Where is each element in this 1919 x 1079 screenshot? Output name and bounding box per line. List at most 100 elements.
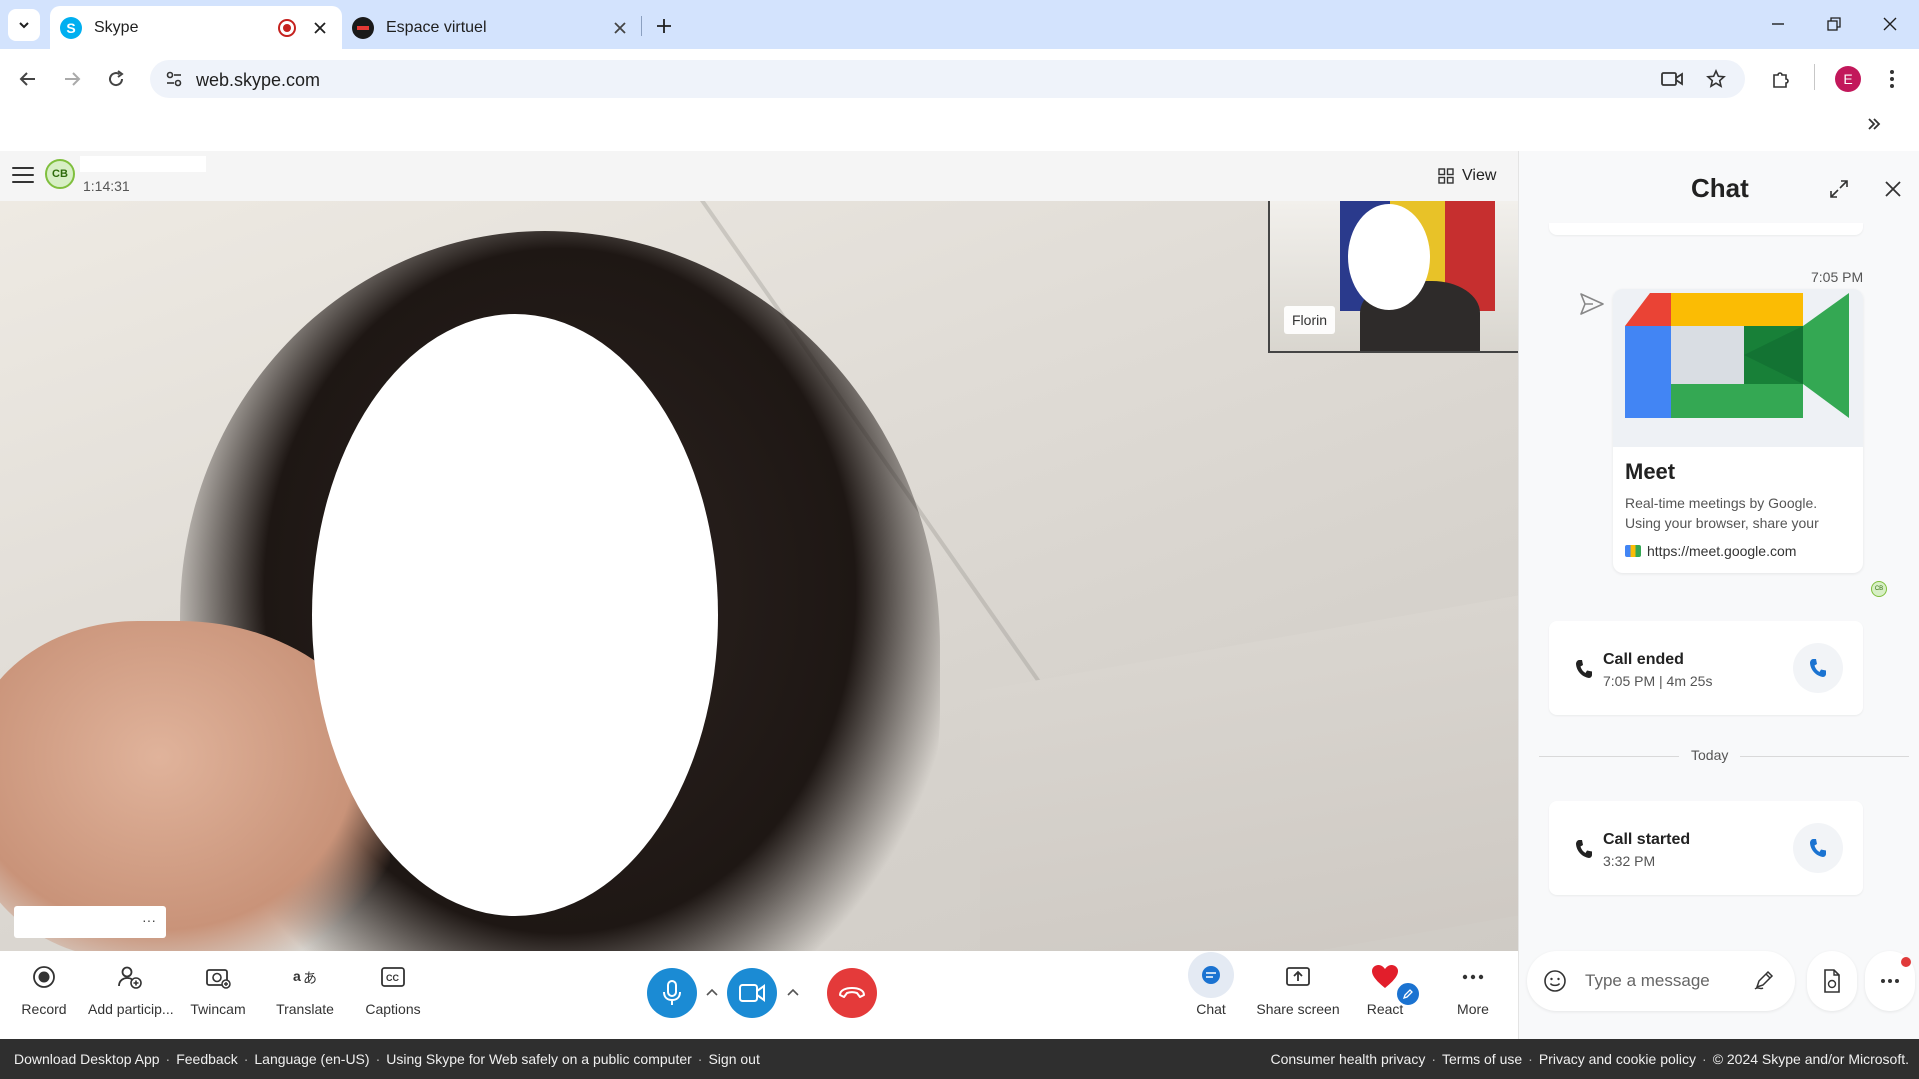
add-participant-icon [118, 966, 142, 989]
restore-window-button[interactable] [1814, 8, 1854, 40]
twincam-button[interactable]: Twincam [176, 959, 260, 1017]
close-window-button[interactable] [1870, 8, 1910, 40]
add-participant-label: Add particip... [88, 1001, 174, 1017]
microphone-toggle-button[interactable] [647, 968, 697, 1018]
forward-button[interactable] [56, 63, 88, 95]
camera-toggle-button[interactable] [727, 968, 777, 1018]
link-preview-card[interactable]: Meet Real-time meetings by Google. Using… [1613, 289, 1863, 573]
record-icon [33, 966, 55, 988]
double-chevron-right-icon [1868, 118, 1881, 130]
share-screen-label: Share screen [1256, 1001, 1340, 1017]
reload-button[interactable] [100, 63, 132, 95]
chat-panel: Chat 7:05 PM Meet Real-time meetings by … [1518, 151, 1919, 1039]
call-timer: 1:14:31 [83, 178, 130, 194]
file-icon [1824, 969, 1840, 993]
site-settings-icon[interactable] [160, 65, 188, 93]
footer-link[interactable]: Privacy and cookie policy [1539, 1051, 1696, 1067]
minimize-window-button[interactable] [1758, 8, 1798, 40]
footer-link[interactable]: Download Desktop App [14, 1051, 160, 1067]
call-back-button[interactable] [1793, 823, 1843, 873]
captions-button[interactable]: CC Captions [351, 959, 435, 1017]
previous-message-card [1549, 223, 1863, 235]
call-back-button[interactable] [1793, 643, 1843, 693]
close-icon [1883, 17, 1897, 31]
read-receipt-avatar: CB [1871, 581, 1887, 597]
microphone-icon [663, 980, 681, 1005]
new-tab-button[interactable] [650, 12, 678, 40]
record-button[interactable]: Record [2, 959, 86, 1017]
translate-icon: aあ [293, 968, 317, 986]
send-file-button[interactable] [1807, 951, 1857, 1011]
remote-participant-name: Florin [1284, 306, 1336, 334]
minimize-icon [1772, 23, 1784, 25]
skype-favicon: S [60, 16, 82, 39]
menu-icon[interactable] [12, 167, 34, 185]
chevron-up-icon [787, 988, 799, 996]
tab-search-button[interactable] [8, 9, 40, 41]
link-preview-title: Meet [1625, 459, 1676, 484]
browser-menu-button[interactable] [1876, 63, 1908, 95]
record-label: Record [21, 1001, 67, 1017]
footer-link[interactable]: Feedback [176, 1051, 237, 1067]
phone-icon [1576, 840, 1592, 858]
copyright-text: © 2024 Skype and/or Microsoft. [1712, 1051, 1909, 1067]
kebab-menu-icon [1890, 70, 1894, 88]
footer-link[interactable]: Consumer health privacy [1270, 1051, 1425, 1067]
footer-link[interactable]: Sign out [708, 1051, 759, 1067]
message-input[interactable] [1585, 969, 1745, 993]
pen-icon[interactable] [1753, 969, 1775, 991]
svg-text:a: a [293, 968, 301, 984]
close-tab-icon[interactable] [610, 18, 630, 38]
emoji-icon[interactable] [1543, 969, 1567, 993]
expand-chat-button[interactable] [1825, 175, 1853, 203]
react-button[interactable]: React [1343, 959, 1427, 1017]
arrow-left-icon [19, 72, 35, 86]
link-preview-url-row[interactable]: https://meet.google.com [1625, 543, 1796, 559]
back-button[interactable] [12, 63, 44, 95]
chat-panel-title: Chat [1691, 173, 1749, 203]
profile-avatar: E [1835, 66, 1861, 92]
self-name-label[interactable]: ··· [14, 906, 166, 938]
profile-button[interactable]: E [1832, 63, 1864, 95]
puzzle-icon [1773, 72, 1789, 88]
google-meet-favicon [1625, 545, 1641, 557]
browser-toolbar: web.skype.com E [0, 49, 1919, 109]
microphone-options-button[interactable] [702, 981, 722, 1003]
bookmark-star-icon[interactable] [1702, 65, 1730, 93]
address-bar[interactable]: web.skype.com [150, 60, 1745, 98]
extensions-button[interactable] [1765, 63, 1797, 95]
browser-tab-bar: S Skype Espace virtuel [0, 0, 1919, 49]
footer-link[interactable]: Terms of use [1442, 1051, 1522, 1067]
translate-button[interactable]: aあ Translate [263, 959, 347, 1017]
view-label: View [1462, 167, 1497, 184]
tab-separator [641, 16, 642, 36]
link-preview-url[interactable]: https://meet.google.com [1647, 543, 1796, 559]
close-chat-button[interactable] [1879, 175, 1907, 203]
close-tab-icon[interactable] [310, 18, 330, 38]
tab-espace-virtuel[interactable]: Espace virtuel [342, 6, 642, 49]
footer-link[interactable]: Language (en-US) [254, 1051, 369, 1067]
footer-link[interactable]: Using Skype for Web safely on a public c… [386, 1051, 692, 1067]
remote-participant-tile[interactable]: Florin [1268, 201, 1518, 353]
video-camera-icon [739, 984, 765, 1002]
view-layout-button[interactable]: View [1438, 164, 1496, 188]
toolbar-divider [1814, 64, 1815, 90]
chat-button[interactable]: Chat [1169, 952, 1253, 1017]
more-options-button[interactable]: More [1431, 959, 1515, 1017]
heart-icon [1372, 965, 1398, 988]
date-divider-label: Today [1679, 747, 1741, 763]
captions-label: Captions [365, 1001, 421, 1017]
conversation-avatar[interactable]: CB [45, 159, 75, 189]
camera-options-button[interactable] [783, 981, 803, 1003]
sent-status-icon [1580, 293, 1604, 315]
bookmarks-overflow-button[interactable] [1862, 112, 1886, 136]
add-participant-button[interactable]: Add particip... [88, 959, 174, 1017]
plus-icon [657, 19, 671, 33]
tab-skype[interactable]: S Skype [50, 6, 342, 49]
camera-in-use-icon[interactable] [1658, 65, 1686, 93]
chat-button-highlight [1188, 952, 1234, 998]
share-screen-button[interactable]: Share screen [1256, 959, 1340, 1017]
message-timestamp: 7:05 PM [1811, 269, 1864, 285]
self-options-icon[interactable]: ··· [142, 912, 156, 928]
end-call-button[interactable] [827, 968, 877, 1018]
